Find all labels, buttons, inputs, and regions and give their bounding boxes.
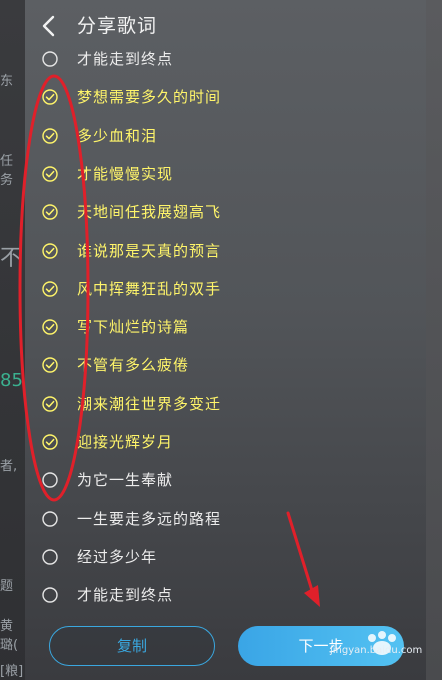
share-lyrics-panel: 分享歌词 才能走到终点 梦想需要多久的时间 多少血和泪 才能慢慢实现 天地间任我展翅高飞…: [25, 0, 426, 680]
checked-circle-icon[interactable]: [42, 127, 58, 144]
lyric-row[interactable]: 才能走到终点: [25, 576, 426, 614]
lyric-row[interactable]: 天地间任我展翅高飞: [25, 193, 426, 231]
lyric-text: 不管有多么疲倦: [77, 356, 190, 375]
checked-circle-icon[interactable]: [42, 434, 58, 450]
background-app-edge-right: [426, 0, 442, 680]
checked-circle-icon[interactable]: [42, 357, 58, 374]
checked-circle-icon[interactable]: [42, 395, 58, 412]
lyric-row[interactable]: 谁说那是天真的预言: [25, 232, 426, 270]
lyric-text: 一生要走多远的路程: [77, 509, 222, 528]
lyric-text: 才能走到终点: [77, 50, 174, 68]
empty-circle-icon[interactable]: [42, 51, 58, 67]
lyric-row[interactable]: 写下灿烂的诗篇: [25, 308, 426, 346]
empty-circle-icon[interactable]: [42, 549, 58, 565]
lyric-text: 才能慢慢实现: [77, 164, 174, 183]
lyric-row[interactable]: 潮来潮往世界多变迁: [25, 385, 426, 423]
lyric-row[interactable]: 一生要走多远的路程: [25, 500, 426, 538]
checked-circle-icon[interactable]: [42, 242, 58, 259]
empty-circle-icon[interactable]: [42, 510, 58, 527]
chevron-left-icon[interactable]: [39, 14, 61, 38]
background-app-edge-left: 东 任务 不 85 者, 题 黄璐( [粮]: [0, 0, 25, 680]
lyric-text: 迎接光辉岁月: [77, 433, 174, 451]
lyric-text: 潮来潮往世界多变迁: [77, 394, 222, 413]
lyric-text: 天地间任我展翅高飞: [77, 203, 222, 222]
empty-circle-icon[interactable]: [42, 472, 58, 488]
lyric-text: 风中挥舞狂乱的双手: [77, 279, 222, 298]
lyric-text: 为它一生奉献: [77, 471, 174, 490]
lyric-text: 写下灿烂的诗篇: [77, 318, 190, 337]
lyric-row[interactable]: 为它一生奉献: [25, 461, 426, 499]
lyric-row[interactable]: 迎接光辉岁月: [25, 423, 426, 461]
checked-circle-icon[interactable]: [42, 319, 58, 335]
lyric-text: 谁说那是天真的预言: [77, 241, 222, 260]
lyric-row[interactable]: 风中挥舞狂乱的双手: [25, 270, 426, 308]
lyric-text: 多少血和泪: [77, 126, 158, 145]
page-title: 分享歌词: [77, 15, 158, 37]
checked-circle-icon[interactable]: [42, 89, 58, 105]
empty-circle-icon[interactable]: [42, 587, 58, 603]
checked-circle-icon[interactable]: [42, 166, 58, 182]
lyric-row[interactable]: 不管有多么疲倦: [25, 346, 426, 384]
lyric-row[interactable]: 梦想需要多久的时间: [25, 78, 426, 116]
lyric-row[interactable]: 才能慢慢实现: [25, 155, 426, 193]
lyric-row[interactable]: 才能走到终点: [25, 40, 426, 78]
lyric-text: 梦想需要多久的时间: [77, 88, 222, 107]
lyric-row[interactable]: 多少血和泪: [25, 117, 426, 155]
lyric-text: 经过多少年: [77, 547, 158, 566]
copy-button[interactable]: 复制: [49, 626, 215, 666]
lyric-text: 才能走到终点: [77, 586, 174, 605]
checked-circle-icon[interactable]: [42, 204, 58, 220]
watermark-text: jingyan.baidu.com: [330, 645, 423, 656]
lyric-row[interactable]: 经过多少年: [25, 538, 426, 576]
checked-circle-icon[interactable]: [42, 281, 58, 297]
